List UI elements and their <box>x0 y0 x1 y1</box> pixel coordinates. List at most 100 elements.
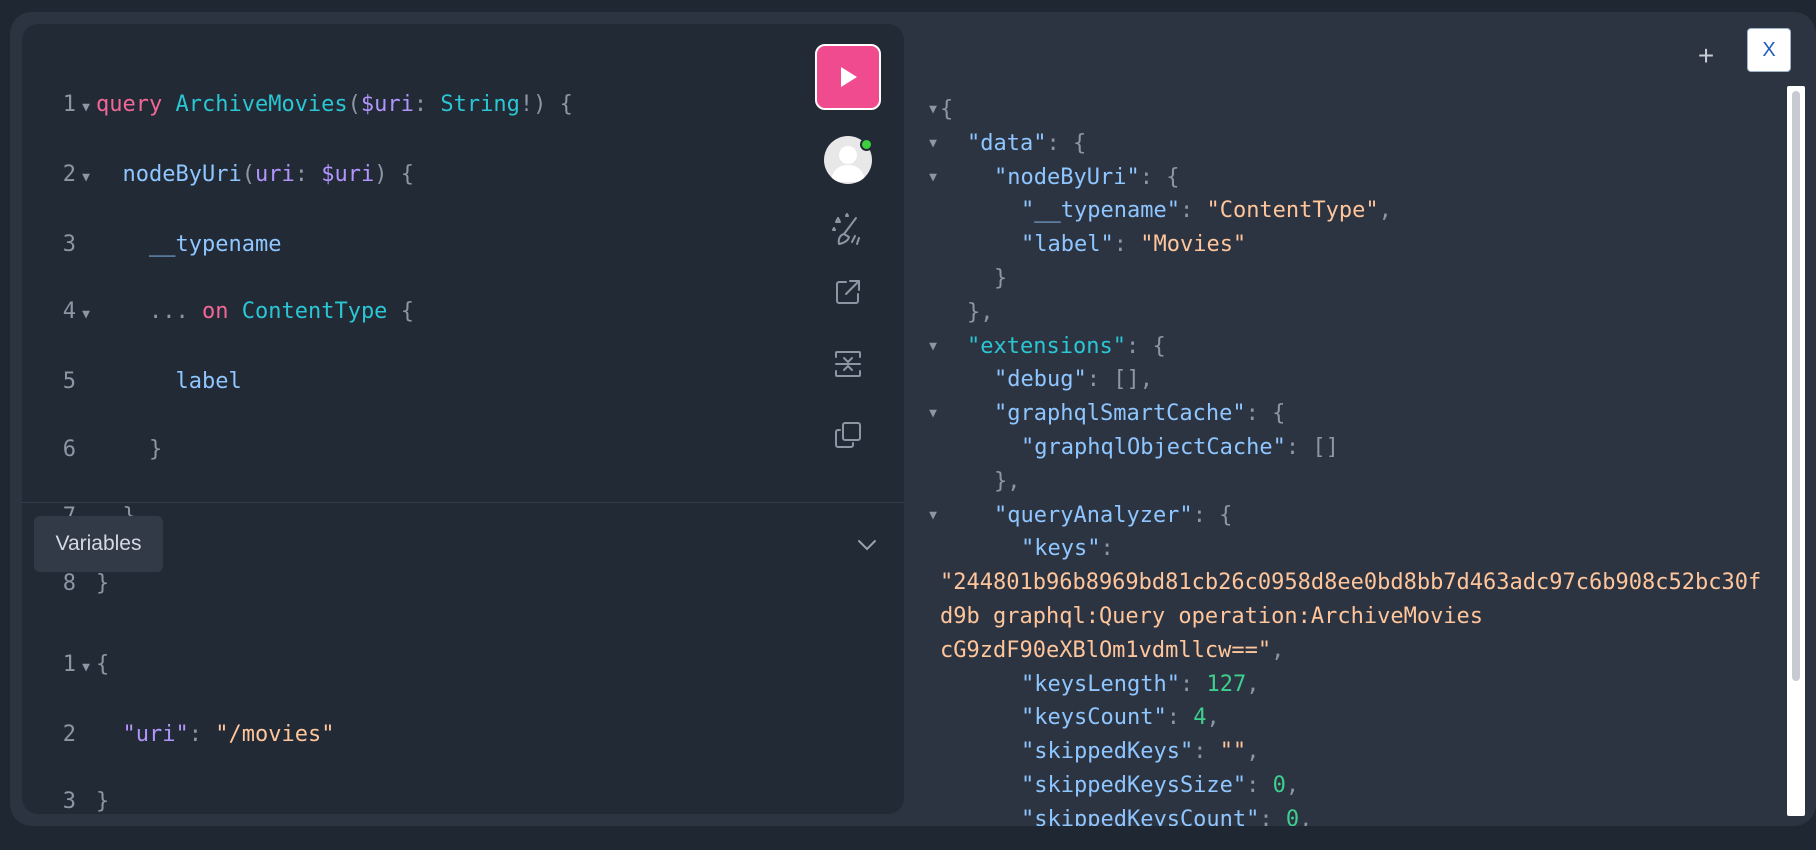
json-punctuation: , <box>1246 671 1260 697</box>
json-punctuation: : { <box>1192 502 1233 528</box>
variables-line: 2 "uri": "/movies" <box>62 721 335 747</box>
json-punctuation: , <box>1271 637 1285 663</box>
add-tab-button[interactable]: + <box>1686 36 1726 76</box>
variables-editor[interactable]: 1 ▼{ 2 "uri": "/movies" 3} <box>56 614 335 814</box>
scrollbar-thumb[interactable] <box>1792 91 1800 681</box>
json-number: 4 <box>1193 705 1207 731</box>
json-key: "skippedKeys" <box>1021 739 1194 765</box>
result-line: "graphqlObjectCache": [] <box>926 431 1788 465</box>
query-line: 6 } <box>62 436 163 462</box>
json-string: "Movies" <box>1140 232 1247 258</box>
json-punctuation: , <box>1246 739 1260 765</box>
fold-arrow-icon[interactable]: ▼ <box>76 298 96 332</box>
result-line: "keys": <box>926 532 1788 566</box>
json-string: "244801b96b8969bd81cb26c0958d8ee0bd8bb7d… <box>940 570 1762 596</box>
fold-arrow-icon[interactable]: ▼ <box>926 499 940 533</box>
fold-arrow-icon[interactable]: ▼ <box>76 91 96 125</box>
json-number: 0 <box>1285 806 1300 826</box>
result-line: "keysLength": 127, <box>926 668 1788 702</box>
json-string: "ContentType" <box>1206 198 1379 224</box>
result-line: "keysCount": 4, <box>926 701 1788 735</box>
fold-arrow-icon[interactable]: ▼ <box>76 161 96 195</box>
json-string: cG9zdF90eXBlOm1vdmllcw==" <box>940 637 1272 663</box>
result-line: "skippedKeysSize": 0, <box>926 769 1788 803</box>
result-line: "skippedKeys": "", <box>926 735 1788 769</box>
json-key: "skippedKeysSize" <box>1021 772 1247 798</box>
result-line: ▼ "data": { <box>926 127 1788 161</box>
json-key: "keysCount" <box>1021 705 1167 731</box>
fold-arrow-icon[interactable]: ▼ <box>926 93 940 127</box>
close-button[interactable]: X <box>1747 28 1791 72</box>
json-punctuation: : { <box>1046 130 1087 156</box>
json-punctuation: : <box>1179 198 1207 224</box>
fold-arrow-icon[interactable]: ▼ <box>926 330 940 364</box>
share-icon[interactable] <box>830 274 866 310</box>
json-punctuation: : <box>1259 806 1286 826</box>
json-string: "" <box>1219 739 1247 765</box>
json-punctuation: : { <box>1125 333 1166 359</box>
result-line: d9b graphql:Query operation:ArchiveMovie… <box>926 600 1788 634</box>
json-key: "graphqlSmartCache" <box>994 401 1246 427</box>
result-line: ▼ "nodeByUri": { <box>926 161 1788 195</box>
variables-tab[interactable]: Variables <box>34 516 163 572</box>
json-punctuation: : [] <box>1285 434 1339 460</box>
json-punctuation: , <box>1206 705 1220 731</box>
result-scrollbar[interactable] <box>1787 86 1805 816</box>
result-line: "label": "Movies" <box>926 228 1788 262</box>
fold-arrow-icon[interactable]: ▼ <box>926 127 940 161</box>
query-line: 5 label <box>62 369 242 395</box>
result-line: }, <box>926 465 1788 499</box>
json-key: "queryAnalyzer" <box>994 502 1193 528</box>
json-punctuation: : <box>1166 705 1194 731</box>
result-line: ▼{ <box>926 93 1788 127</box>
copy-icon[interactable] <box>830 417 866 453</box>
fold-arrow-icon[interactable]: ▼ <box>76 651 96 685</box>
fold-arrow-icon[interactable]: ▼ <box>926 397 940 431</box>
run-query-button[interactable] <box>815 44 881 110</box>
json-key: "keysLength" <box>1021 671 1180 697</box>
result-viewer: ▼{▼ "data": {▼ "nodeByUri": {"__typename":… <box>926 93 1788 826</box>
query-line: 4 ▼ ... on ContentType { <box>56 295 573 332</box>
result-line: "244801b96b8969bd81cb26c0958d8ee0bd8bb7d… <box>926 566 1788 600</box>
json-key: "label" <box>1021 232 1114 258</box>
play-icon <box>841 67 857 87</box>
result-line: "debug": [], <box>926 363 1788 397</box>
result-line: }, <box>926 296 1788 330</box>
merge-fragments-icon[interactable] <box>830 346 866 382</box>
json-key: "debug" <box>994 367 1087 393</box>
json-key: "extensions" <box>967 333 1126 359</box>
json-punctuation: : { <box>1245 401 1286 427</box>
query-line: 1 ▼ query ArchiveMovies($uri: String!) { <box>56 88 573 125</box>
result-line: ▼ "graphqlSmartCache": { <box>926 397 1788 431</box>
json-punctuation: } <box>994 265 1008 291</box>
query-code[interactable]: 1 ▼ query ArchiveMovies($uri: String!) { 2… <box>56 54 573 668</box>
json-number: 0 <box>1272 772 1286 798</box>
variables-line: 3} <box>62 788 110 814</box>
fold-arrow-icon[interactable]: ▼ <box>926 161 940 195</box>
json-punctuation: : [], <box>1086 367 1153 393</box>
json-punctuation: { <box>940 97 954 122</box>
query-editor[interactable]: 1 ▼ query ArchiveMovies($uri: String!) { 2… <box>22 24 904 596</box>
result-line: ▼ "queryAnalyzer": { <box>926 499 1788 533</box>
result-line: ▼ "extensions": { <box>926 330 1788 364</box>
json-key: "keys" <box>1021 536 1101 562</box>
json-punctuation: , <box>1378 198 1392 224</box>
chevron-down-icon[interactable] <box>852 530 882 560</box>
json-punctuation: : <box>1113 232 1141 258</box>
variables-line: 1 ▼{ <box>56 648 334 685</box>
query-line: 2 ▼ nodeByUri(uri: $uri) { <box>56 158 573 195</box>
result-line: "__typename": "ContentType", <box>926 194 1788 228</box>
editor-pane: 1 ▼ query ArchiveMovies($uri: String!) { 2… <box>22 24 904 814</box>
json-key: "__typename" <box>1021 198 1180 224</box>
editor-divider <box>22 502 904 503</box>
prettify-icon[interactable] <box>830 212 866 248</box>
json-string: d9b graphql:Query operation:ArchiveMovie… <box>940 603 1484 629</box>
result-line: } <box>926 262 1788 296</box>
result-line: "skippedKeysCount": 0, <box>926 803 1788 826</box>
json-punctuation: : <box>1193 739 1220 765</box>
query-line: 3 __typename <box>62 231 282 257</box>
result-line: cG9zdF90eXBlOm1vdmllcw==", <box>926 634 1788 668</box>
online-status-dot <box>860 138 873 151</box>
json-punctuation: : <box>1246 772 1273 798</box>
json-punctuation: : <box>1100 536 1114 562</box>
